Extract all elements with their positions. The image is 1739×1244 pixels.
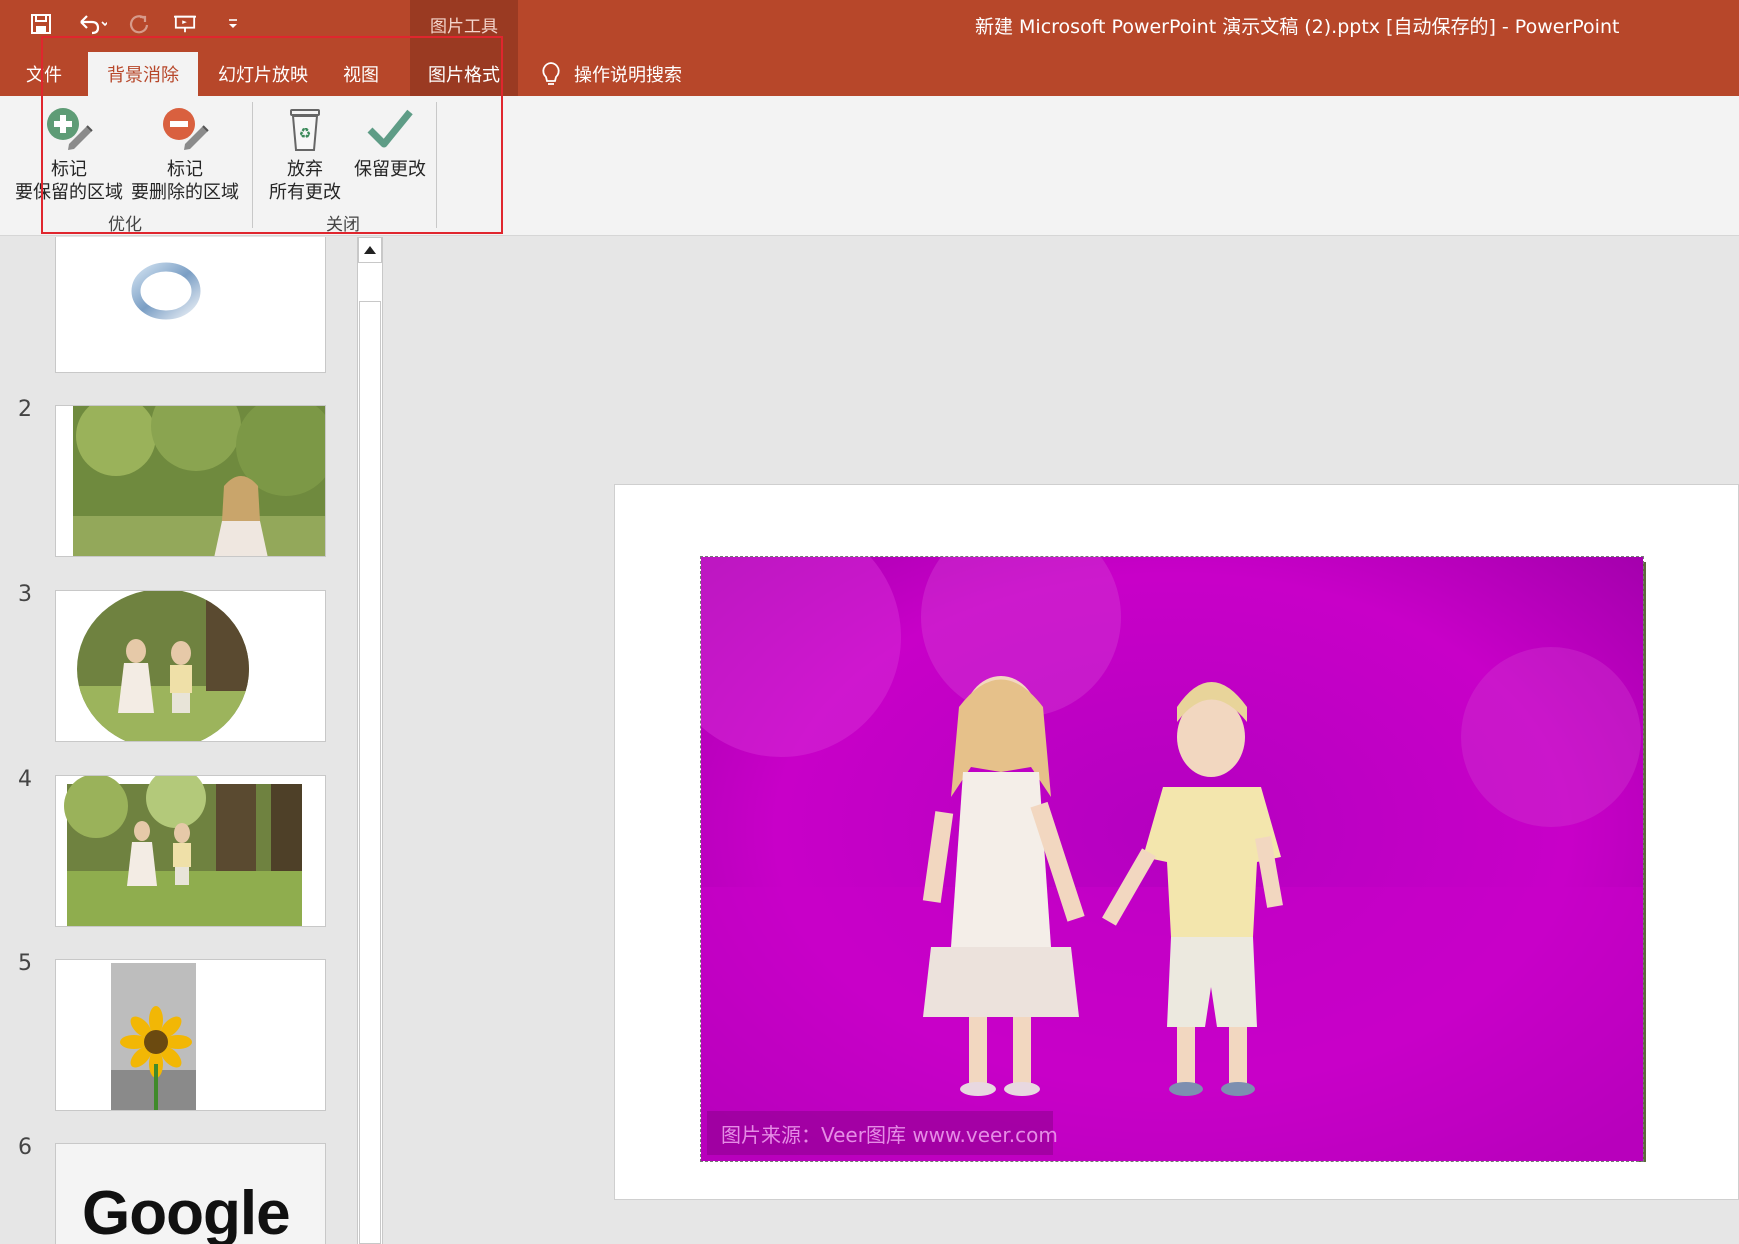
title-bar: 图片工具 新建 Microsoft PowerPoint 演示文稿 (2).pp…: [0, 0, 1739, 96]
discard-all-changes-button[interactable]: ♻ 放弃 所有更改: [262, 104, 348, 204]
mark-keep-label-2: 要保留的区域: [15, 182, 123, 203]
slideshow-icon: [174, 15, 196, 33]
ribbon: 标记 要保留的区域 标记 要删除的区域 ♻ 放弃 所有更改 保留更改 优化 关闭: [0, 96, 1739, 236]
slide-number: 4: [18, 767, 32, 792]
slide-number: 2: [18, 397, 32, 422]
group-label-refine: 优化: [108, 215, 142, 235]
mark-remove-label-2: 要删除的区域: [131, 182, 239, 203]
svg-text:♻: ♻: [299, 126, 312, 142]
tab-slide-show[interactable]: 幻灯片放映: [198, 52, 328, 96]
undo-button[interactable]: [68, 5, 116, 43]
tab-view[interactable]: 视图: [328, 52, 394, 96]
kids-photo: [64, 776, 302, 926]
tell-me-search[interactable]: 操作说明搜索: [540, 52, 682, 96]
tab-picture-format[interactable]: 图片格式: [410, 52, 518, 96]
present-from-start-button[interactable]: [166, 5, 204, 43]
checkmark-icon: [364, 104, 416, 156]
dropdown-icon: [229, 19, 237, 28]
ribbon-group-separator: [252, 102, 253, 228]
slide-number: 5: [18, 951, 32, 976]
redo-icon: [129, 15, 149, 34]
ribbon-tabs: 文件 背景消除 幻灯片放映 视图 图片格式: [0, 52, 518, 96]
keep-changes-label: 保留更改: [354, 159, 426, 180]
customize-qat-button[interactable]: [214, 5, 252, 43]
lightbulb-icon: [542, 62, 560, 85]
scroll-up-button[interactable]: [358, 237, 382, 263]
quick-access-toolbar: [0, 0, 252, 48]
slide-thumbnail[interactable]: [55, 405, 326, 557]
picture-tools-context-header: 图片工具: [410, 0, 518, 48]
image-watermark: 图片来源：Veer图库 www.veer.com: [707, 1111, 1058, 1155]
ribbon-group-separator: [436, 102, 437, 228]
google-logo: Google: [82, 1179, 291, 1244]
slide-thumbnail[interactable]: Google: [55, 1143, 326, 1244]
redo-button[interactable]: [120, 5, 158, 43]
tab-background-removal[interactable]: 背景消除: [88, 52, 198, 96]
group-label-close: 关闭: [326, 215, 360, 235]
mark-remove-icon: [159, 104, 211, 156]
circle-photo: [77, 591, 249, 741]
selected-picture-background-removal[interactable]: 图片来源：Veer图库 www.veer.com: [700, 556, 1644, 1162]
undo-icon: [80, 15, 107, 35]
mark-keep-icon: [43, 104, 95, 156]
mark-keep-label-1: 标记: [51, 159, 87, 180]
save-icon: [31, 14, 51, 34]
slide-thumbnail[interactable]: [55, 237, 326, 373]
slide-number: 3: [18, 582, 32, 607]
discard-label-1: 放弃: [287, 159, 323, 180]
slide-thumbnail[interactable]: [55, 775, 326, 927]
window-title: 新建 Microsoft PowerPoint 演示文稿 (2).pptx [自…: [975, 16, 1620, 38]
slide-thumbnail-panel[interactable]: 2 3 4 5 6 Google: [0, 237, 358, 1244]
recycle-bin-icon: ♻: [279, 104, 331, 156]
ring-image: [131, 262, 201, 320]
slide-number: 6: [18, 1135, 32, 1160]
discard-label-2: 所有更改: [269, 182, 341, 203]
kids-photo-with-removal-overlay: [701, 557, 1643, 1161]
slide-thumbnail[interactable]: [55, 590, 326, 742]
arrow-up-icon: [364, 246, 376, 254]
keep-changes-button[interactable]: 保留更改: [346, 104, 434, 181]
save-button[interactable]: [22, 5, 60, 43]
scrollbar-thumb[interactable]: [359, 301, 381, 1244]
slide-thumbnail[interactable]: [55, 959, 326, 1111]
tab-file[interactable]: 文件: [0, 52, 88, 96]
sunflower-photo: [111, 963, 196, 1110]
mark-remove-label-1: 标记: [167, 159, 203, 180]
girl-photo: [73, 406, 325, 556]
mark-areas-to-keep-button[interactable]: 标记 要保留的区域: [12, 104, 126, 204]
tell-me-label: 操作说明搜索: [574, 65, 682, 86]
thumbnail-scrollbar[interactable]: [357, 237, 383, 1244]
mark-areas-to-remove-button[interactable]: 标记 要删除的区域: [128, 104, 242, 204]
